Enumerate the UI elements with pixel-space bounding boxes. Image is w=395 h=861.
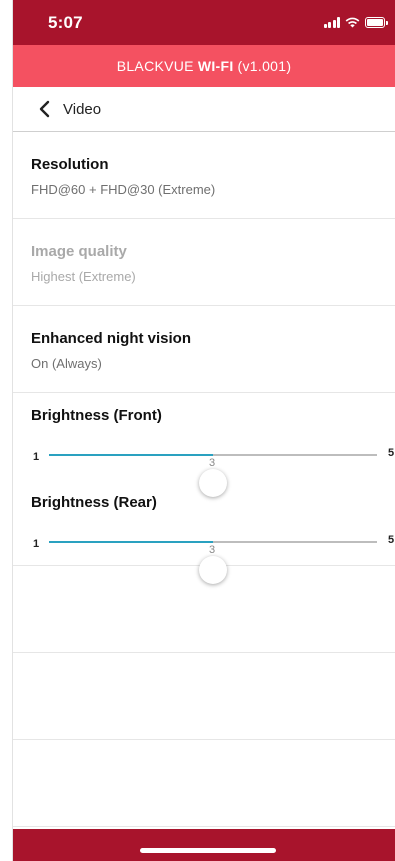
nav-bar: Video <box>13 87 395 132</box>
firmware-version: (v1.001) <box>237 58 292 74</box>
slider-track[interactable]: 3 <box>49 541 377 584</box>
phone-screen: 5:07 BLACKVUE WI-FI (v1.001) Video Resol… <box>12 0 395 861</box>
back-button[interactable]: Video <box>37 100 101 118</box>
brightness-rear-control: Brightness (Rear) 1 3 5 <box>13 480 395 584</box>
setting-value: FHD@60 + FHD@30 (Extreme) <box>31 182 216 197</box>
brightness-front-slider[interactable]: 1 3 5 <box>31 426 395 497</box>
setting-resolution[interactable]: Resolution FHD@60 + FHD@30 (Extreme) <box>13 132 395 219</box>
bottom-bar <box>13 829 395 861</box>
slider-value-label: 3 <box>209 457 216 469</box>
slider-max-label: 5 <box>388 447 395 459</box>
slider-title: Brightness (Rear) <box>31 494 157 511</box>
setting-title: Resolution <box>31 156 109 173</box>
slider-min-label: 1 <box>33 538 40 550</box>
setting-value: On (Always) <box>31 356 102 371</box>
setting-enhanced-night-vision[interactable]: Enhanced night vision On (Always) <box>13 306 395 393</box>
brightness-front-control: Brightness (Front) 1 3 5 <box>13 393 395 497</box>
product-name: WI-FI <box>197 58 234 74</box>
home-indicator[interactable] <box>140 848 276 853</box>
setting-value: Highest (Extreme) <box>31 269 136 284</box>
slider-min-label: 1 <box>33 451 40 463</box>
signal-icon <box>323 17 340 28</box>
slider-thumb[interactable] <box>199 556 227 584</box>
slider-active-track <box>49 454 213 456</box>
brand-name: BLACKVUE <box>116 58 194 74</box>
setting-title: Image quality <box>31 243 127 260</box>
slider-value-label: 3 <box>209 544 216 556</box>
app-header: BLACKVUE WI-FI (v1.001) <box>13 45 395 87</box>
brightness-rear-slider[interactable]: 1 3 5 <box>31 513 395 584</box>
slider-track[interactable]: 3 <box>49 454 377 497</box>
status-time: 5:07 <box>48 12 83 32</box>
slider-title: Brightness (Front) <box>31 407 162 424</box>
setting-image-quality: Image quality Highest (Extreme) <box>13 219 395 306</box>
empty-list-row <box>13 740 395 827</box>
status-icons <box>323 17 388 28</box>
battery-icon <box>365 17 388 28</box>
slider-max-label: 5 <box>388 534 395 546</box>
slider-active-track <box>49 541 213 543</box>
wifi-icon <box>345 17 360 28</box>
setting-title: Enhanced night vision <box>31 330 192 347</box>
status-bar: 5:07 <box>13 0 395 45</box>
empty-list-row <box>13 653 395 740</box>
chevron-left-icon <box>39 100 50 118</box>
page-title: Video <box>63 100 102 118</box>
